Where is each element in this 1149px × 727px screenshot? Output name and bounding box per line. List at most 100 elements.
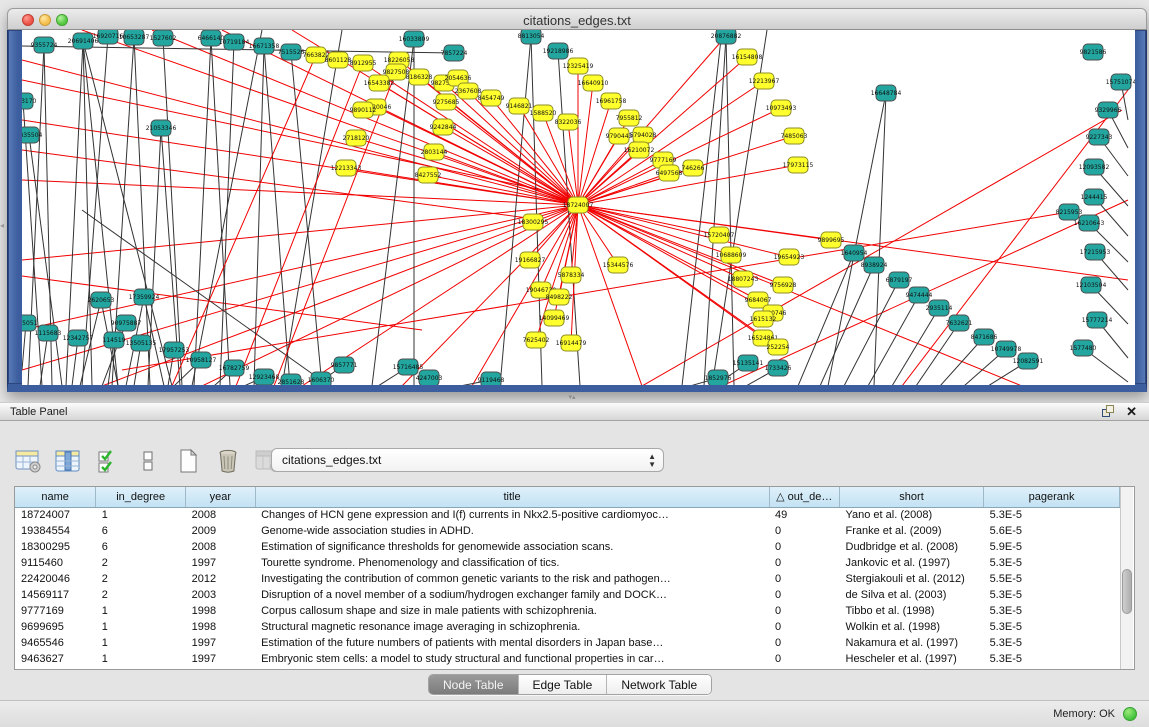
table-cell[interactable]: 9777169 bbox=[15, 603, 96, 619]
graph-node[interactable]: 9890112 bbox=[350, 102, 377, 118]
graph-edge[interactable] bbox=[642, 110, 1122, 385]
graph-edge[interactable] bbox=[376, 107, 578, 205]
table-cell[interactable]: Yano et al. (2008) bbox=[840, 507, 984, 523]
graph-node[interactable]: 1733426 bbox=[765, 360, 792, 376]
table-cell[interactable]: Investigating the contribution of common… bbox=[255, 571, 769, 587]
table-cell[interactable]: 5.3E-5 bbox=[984, 603, 1120, 619]
graph-node[interactable]: 114519 bbox=[103, 332, 126, 348]
delete-icon[interactable] bbox=[214, 447, 242, 475]
graph-node[interactable]: 1577480 bbox=[1070, 340, 1097, 356]
graph-edge[interactable] bbox=[22, 276, 422, 330]
graph-node[interactable]: 12213967 bbox=[749, 73, 780, 89]
graph-node[interactable]: 1588520 bbox=[530, 105, 557, 121]
table-cell[interactable]: Changes of HCN gene expression and I(f) … bbox=[255, 507, 769, 523]
table-cell[interactable]: Wolkin et al. (1998) bbox=[840, 619, 984, 635]
table-selector-dropdown[interactable]: citations_edges.txt ▲▼ bbox=[271, 448, 664, 472]
table-cell[interactable]: 0 bbox=[769, 587, 840, 603]
table-cell[interactable]: 1997 bbox=[186, 635, 255, 651]
graph-node[interactable]: 15777214 bbox=[1082, 312, 1113, 328]
table-cell[interactable]: 5.3E-5 bbox=[984, 555, 1120, 571]
graph-edge[interactable] bbox=[798, 253, 854, 385]
graph-node[interactable]: 15720407 bbox=[704, 227, 735, 243]
graph-node[interactable]: 5878334 bbox=[558, 267, 585, 283]
graph-edge[interactable] bbox=[578, 101, 611, 205]
graph-edge[interactable] bbox=[282, 30, 342, 385]
graph-node[interactable]: 8454749 bbox=[478, 90, 505, 106]
table-cell[interactable]: 18724007 bbox=[15, 507, 96, 523]
table-row[interactable]: 911546021997Tourette syndrome. Phenomeno… bbox=[15, 555, 1120, 571]
graph-node[interactable]: 9821586 bbox=[1080, 44, 1107, 60]
graph-edge[interactable] bbox=[264, 46, 290, 385]
tab-network-table[interactable]: Network Table bbox=[607, 675, 711, 694]
graph-edge[interactable] bbox=[682, 30, 722, 385]
table-cell[interactable]: Stergiakouli et al. (2012) bbox=[840, 571, 984, 587]
graph-node[interactable]: 8215953 bbox=[1056, 204, 1083, 220]
graph-edge[interactable] bbox=[916, 323, 959, 385]
graph-node[interactable]: 9329966 bbox=[1095, 102, 1122, 118]
graph-node[interactable]: 746266 bbox=[682, 160, 705, 176]
table-cell[interactable]: Estimation of significance thresholds fo… bbox=[255, 539, 769, 555]
table-cell[interactable]: 0 bbox=[769, 539, 840, 555]
table-cell[interactable]: 5.3E-5 bbox=[984, 507, 1120, 523]
table-cell[interactable]: 2003 bbox=[186, 587, 255, 603]
graph-node[interactable]: 19654923 bbox=[774, 249, 805, 265]
graph-node[interactable]: 2053170 bbox=[22, 93, 37, 109]
graph-node[interactable]: 16033809 bbox=[399, 31, 430, 47]
table-cell[interactable]: 0 bbox=[769, 635, 840, 651]
graph-node[interactable]: 252254 bbox=[767, 339, 790, 355]
table-row[interactable]: 1938455462009Genome-wide association stu… bbox=[15, 523, 1120, 539]
graph-node[interactable]: 1852976 bbox=[705, 370, 732, 385]
graph-node[interactable]: 16648784 bbox=[871, 85, 902, 101]
graph-node[interactable]: 9790443 bbox=[606, 128, 633, 144]
table-cell[interactable]: 5.5E-5 bbox=[984, 571, 1120, 587]
graph-node[interactable]: 16671358 bbox=[249, 38, 280, 54]
table-scrollbar[interactable] bbox=[1120, 487, 1133, 669]
graph-node[interactable]: 10749978 bbox=[991, 341, 1022, 357]
table-row[interactable]: 969969511998Structural magnetic resonanc… bbox=[15, 619, 1120, 635]
network-graph[interactable]: 1872400793557242069140616920716106532871… bbox=[22, 30, 1135, 385]
table-cell[interactable]: 5.6E-5 bbox=[984, 523, 1120, 539]
graph-node[interactable]: 8601128 bbox=[325, 52, 352, 68]
table-scrollbar-thumb[interactable] bbox=[1122, 569, 1132, 614]
graph-node[interactable]: 6879197 bbox=[886, 272, 913, 288]
table-cell[interactable]: 2012 bbox=[186, 571, 255, 587]
table-cell[interactable]: 1 bbox=[96, 651, 186, 667]
table-cell[interactable]: 18300295 bbox=[15, 539, 96, 555]
column-header[interactable]: name bbox=[15, 487, 96, 507]
table-cell[interactable]: Estimation of the future numbers of pati… bbox=[255, 635, 769, 651]
column-header[interactable]: △ out_de… bbox=[769, 487, 840, 507]
graph-edge[interactable] bbox=[356, 138, 578, 205]
network-graph-canvas[interactable]: 1872400793557242069140616920716106532871… bbox=[22, 30, 1135, 385]
table-row[interactable]: 2242004622012Investigating the contribut… bbox=[15, 571, 1120, 587]
graph-edge[interactable] bbox=[578, 83, 593, 205]
graph-node[interactable]: 21053346 bbox=[146, 120, 177, 136]
graph-node[interactable]: 9119468 bbox=[478, 372, 505, 385]
close-panel-icon[interactable]: ✕ bbox=[1126, 405, 1137, 419]
graph-node[interactable]: 15751074 bbox=[1106, 74, 1135, 90]
graph-node[interactable]: 1615132 bbox=[750, 311, 777, 327]
graph-node[interactable]: 12325419 bbox=[563, 58, 594, 74]
graph-edge[interactable] bbox=[163, 38, 182, 385]
column-header[interactable]: short bbox=[840, 487, 984, 507]
table-cell[interactable]: 5.3E-5 bbox=[984, 635, 1120, 651]
table-cell[interactable]: 1997 bbox=[186, 555, 255, 571]
graph-node[interactable]: 7955812 bbox=[616, 110, 643, 126]
graph-node[interactable]: 5794028 bbox=[630, 127, 657, 143]
table-cell[interactable]: 9115460 bbox=[15, 555, 96, 571]
graph-node[interactable]: 9474444 bbox=[906, 287, 933, 303]
table-cell[interactable]: 0 bbox=[769, 555, 840, 571]
tab-edge-table[interactable]: Edge Table bbox=[519, 675, 608, 694]
table-cell[interactable]: 19384554 bbox=[15, 523, 96, 539]
graph-node[interactable]: 19218986 bbox=[543, 43, 574, 59]
graph-edge[interactable] bbox=[443, 127, 578, 205]
graph-node[interactable]: 12093582 bbox=[1079, 159, 1110, 175]
column-header[interactable]: year bbox=[186, 487, 255, 507]
graph-edge[interactable] bbox=[820, 265, 874, 385]
table-cell[interactable]: Genome-wide association studies in ADHD. bbox=[255, 523, 769, 539]
table-cell[interactable]: 1 bbox=[96, 603, 186, 619]
graph-edge[interactable] bbox=[578, 108, 781, 205]
select-columns-icon[interactable] bbox=[94, 447, 122, 475]
new-file-icon[interactable] bbox=[174, 447, 202, 475]
table-cell[interactable]: 2009 bbox=[186, 523, 255, 539]
graph-node[interactable]: 12342757 bbox=[63, 330, 94, 346]
